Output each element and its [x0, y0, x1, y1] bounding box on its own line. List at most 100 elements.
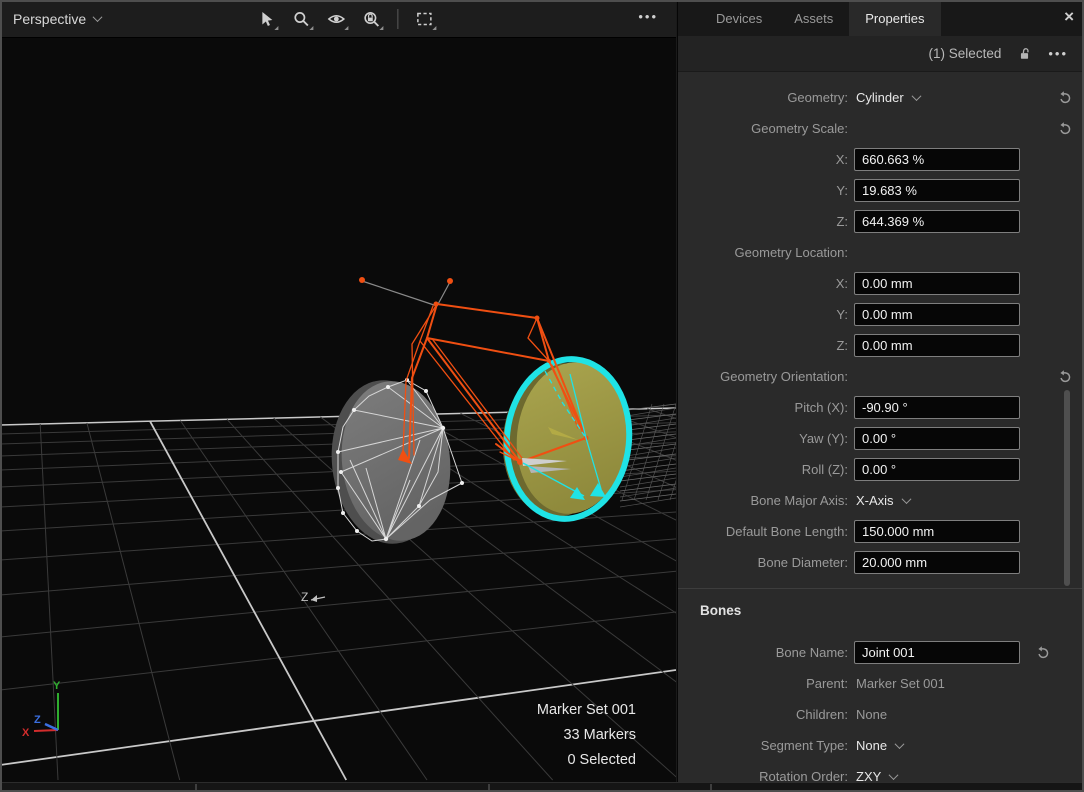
children-value: None [856, 707, 887, 722]
property-row-scale-z: Z: [678, 206, 1084, 237]
select-tool-icon[interactable] [253, 6, 279, 32]
zoom-lock-tool-icon[interactable] [358, 6, 384, 32]
property-label: Roll (Z): [678, 462, 848, 477]
property-row-geometry: Geometry: Cylinder [678, 82, 1084, 113]
rotation-order-value: ZXY [856, 769, 881, 782]
property-row-bone-diameter: Bone Diameter: [678, 547, 1084, 578]
property-label: Z: [678, 338, 848, 353]
property-row-bone-name: Bone Name: [678, 637, 1084, 668]
gray-cylinder-bone[interactable] [324, 375, 458, 550]
splitter-tick [488, 784, 490, 791]
property-row-geometry-scale: Geometry Scale: [678, 113, 1084, 144]
tab-properties[interactable]: Properties [849, 2, 940, 36]
selected-count-label: (1) Selected [929, 46, 1002, 61]
reset-icon[interactable] [1057, 90, 1072, 105]
yaw-input[interactable] [854, 427, 1020, 450]
geometry-location-z-input[interactable] [854, 334, 1020, 357]
svg-text:Z: Z [301, 590, 308, 604]
property-row-pitch: Pitch (X): [678, 392, 1084, 423]
property-row-rotation-order: Rotation Order: ZXY [678, 761, 1084, 782]
chevron-down-icon [895, 739, 905, 749]
chevron-down-icon [93, 12, 103, 22]
property-row-location-x: X: [678, 268, 1084, 299]
parent-value: Marker Set 001 [856, 676, 945, 691]
bone-diameter-input[interactable] [854, 551, 1020, 574]
property-label: Yaw (Y): [678, 431, 848, 446]
pitch-input[interactable] [854, 396, 1020, 419]
reset-icon[interactable] [1057, 121, 1072, 136]
property-row-bone-major-axis: Bone Major Axis: X-Axis [678, 485, 1084, 516]
chevron-down-icon [889, 770, 899, 780]
camera-view-label: Perspective [13, 11, 86, 27]
scrollbar-thumb[interactable] [1064, 390, 1070, 586]
property-label: X: [678, 276, 848, 291]
panel-more-menu[interactable]: ••• [1048, 46, 1068, 61]
axis-gizmo: X Y Z [22, 680, 61, 739]
segment-type-value: None [856, 738, 887, 753]
property-label: Geometry Orientation: [678, 369, 848, 384]
property-label: Segment Type: [678, 738, 848, 753]
viewport-canvas[interactable]: X Y Z Z Marker Set 001 33 Markers 0 Sele… [0, 0, 676, 782]
selection-overlay: Marker Set 001 33 Markers 0 Selected [537, 702, 636, 768]
property-row-default-bone-length: Default Bone Length: [678, 516, 1084, 547]
property-row-parent: Parent: Marker Set 001 [678, 668, 1084, 699]
geometry-scale-y-input[interactable] [854, 179, 1020, 202]
viewport-tools [253, 6, 437, 32]
bottom-splitter-bar[interactable] [0, 782, 1084, 792]
properties-panel: Devices Assets Properties × (1) Selected… [677, 0, 1084, 782]
default-bone-length-input[interactable] [854, 520, 1020, 543]
reset-icon[interactable] [1035, 645, 1050, 660]
property-row-yaw: Yaw (Y): [678, 423, 1084, 454]
close-icon[interactable]: × [1064, 8, 1074, 25]
geometry-scale-z-input[interactable] [854, 210, 1020, 233]
tool-caret [344, 26, 348, 30]
property-label: Geometry Location: [678, 245, 848, 260]
tab-devices[interactable]: Devices [700, 2, 778, 36]
roll-input[interactable] [854, 458, 1020, 481]
zoom-tool-icon[interactable] [288, 6, 314, 32]
unlock-icon[interactable] [1017, 46, 1032, 61]
property-row-location-y: Y: [678, 299, 1084, 330]
splitter-tick [710, 784, 712, 791]
property-row-scale-y: Y: [678, 175, 1084, 206]
selection-header: (1) Selected ••• [678, 36, 1084, 72]
property-row-segment-type: Segment Type: None [678, 730, 1084, 761]
rotation-order-dropdown[interactable]: ZXY [856, 769, 897, 782]
geometry-value: Cylinder [856, 90, 904, 105]
bone-name-input[interactable] [854, 641, 1020, 664]
property-label: Bone Major Axis: [678, 493, 848, 508]
overlay-selected-count: 0 Selected [567, 752, 636, 768]
bone-major-axis-value: X-Axis [856, 493, 894, 508]
panel-tab-bar: Devices Assets Properties × [678, 0, 1084, 36]
gizmo-z-label: Z [34, 714, 41, 726]
chevron-down-icon [901, 494, 911, 504]
application-window: X Y Z Z Marker Set 001 33 Markers 0 Sele… [0, 0, 1084, 792]
property-label: Default Bone Length: [678, 524, 848, 539]
property-label: Bone Diameter: [678, 555, 848, 570]
property-label: Rotation Order: [678, 769, 848, 782]
overlay-asset-name: Marker Set 001 [537, 702, 636, 718]
geometry-dropdown[interactable]: Cylinder [856, 90, 920, 105]
bone-major-axis-dropdown[interactable]: X-Axis [856, 493, 910, 508]
visibility-tool-icon[interactable] [323, 6, 349, 32]
tab-assets[interactable]: Assets [778, 2, 849, 36]
reset-icon[interactable] [1057, 369, 1072, 384]
property-label: Y: [678, 307, 848, 322]
viewport-more-menu[interactable]: ••• [638, 9, 658, 24]
property-label: Y: [678, 183, 848, 198]
tool-caret [432, 26, 436, 30]
tool-caret [379, 26, 383, 30]
segment-type-dropdown[interactable]: None [856, 738, 903, 753]
grid-z-label: Z [301, 590, 325, 604]
property-label: Children: [678, 707, 848, 722]
property-label: Bone Name: [678, 645, 848, 660]
3d-viewport[interactable]: X Y Z Z Marker Set 001 33 Markers 0 Sele… [0, 0, 676, 782]
geometry-location-x-input[interactable] [854, 272, 1020, 295]
camera-view-dropdown[interactable]: Perspective [13, 11, 101, 27]
tool-caret [309, 26, 313, 30]
geometry-location-y-input[interactable] [854, 303, 1020, 326]
toolbar-separator [397, 9, 398, 29]
geometry-scale-x-input[interactable] [854, 148, 1020, 171]
property-row-location-z: Z: [678, 330, 1084, 361]
marquee-select-icon[interactable] [411, 6, 437, 32]
